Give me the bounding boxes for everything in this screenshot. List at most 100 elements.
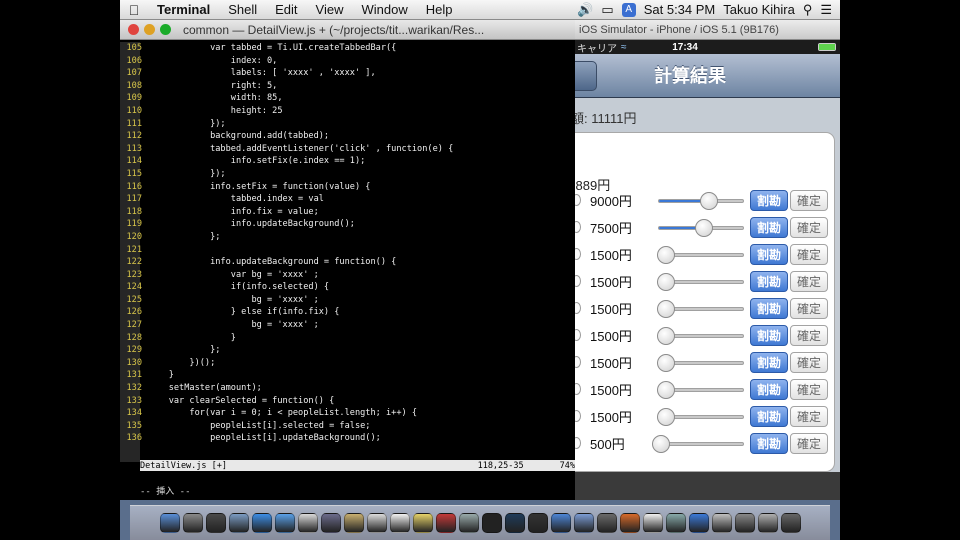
split-tab-button[interactable]: 割勘 [750,217,788,238]
select-indicator-icon[interactable] [575,275,581,287]
fix-tab-button[interactable]: 確定 [790,190,828,211]
spotlight-icon[interactable]: ⚲ [803,2,813,18]
fix-tab-button[interactable]: 確定 [790,271,828,292]
code-line[interactable]: 125 bg = 'xxxx' ; [120,294,575,307]
amount-slider[interactable] [658,219,744,237]
dock-app-icon[interactable] [642,513,663,533]
code-line[interactable]: 118 info.fix = value; [120,206,575,219]
notification-list-icon[interactable]: ☰ [820,2,832,18]
amount-slider[interactable] [656,354,744,372]
select-indicator-icon[interactable] [575,248,581,260]
slider-thumb[interactable] [656,354,675,372]
dock-app-icon[interactable] [274,513,295,533]
code-line[interactable]: 119 info.updateBackground(); [120,218,575,231]
dock-app-icon[interactable] [504,513,525,533]
split-tab-button[interactable]: 割勘 [750,298,788,319]
code-line[interactable]: 112 background.add(tabbed); [120,130,575,143]
amount-slider[interactable] [656,246,744,264]
code-line[interactable]: 105 var tabbed = Ti.UI.createTabbedBar({ [120,42,575,55]
dock-app-icon[interactable] [297,513,318,533]
code-line[interactable]: 111 }); [120,118,575,131]
code-line[interactable]: 114 info.setFix(e.index == 1); [120,155,575,168]
amount-slider[interactable] [656,300,744,318]
code-line[interactable]: 116 info.setFix = function(value) { [120,181,575,194]
split-tab-button[interactable]: 割勘 [750,325,788,346]
dock-app-icon[interactable] [435,513,456,533]
code-line[interactable]: 136 peopleList[i].updateBackground(); [120,432,575,445]
input-method-icon[interactable]: A [621,2,636,17]
clock[interactable]: Sat 5:34 PM [644,2,716,17]
select-indicator-icon[interactable] [575,329,581,341]
amount-slider[interactable] [656,327,744,345]
dock-app-icon[interactable] [182,513,203,533]
select-indicator-icon[interactable] [575,410,581,422]
menu-window[interactable]: Window [353,2,417,17]
slider-thumb[interactable] [656,381,675,399]
code-line[interactable]: 108 right: 5, [120,80,575,93]
dock-app-icon[interactable] [389,513,410,533]
slider-thumb[interactable] [694,219,713,237]
fix-tab-button[interactable]: 確定 [790,379,828,400]
fix-tab-button[interactable]: 確定 [790,406,828,427]
amount-slider[interactable] [656,381,744,399]
dock-app-icon[interactable] [550,513,571,533]
code-line[interactable]: 130 })(); [120,357,575,370]
select-indicator-icon[interactable] [575,221,581,233]
amount-slider[interactable] [656,408,744,426]
code-line[interactable]: 120 }; [120,231,575,244]
dock-app-icon[interactable] [251,513,272,533]
fix-tab-button[interactable]: 確定 [790,352,828,373]
code-line[interactable]: 117 tabbed.index = val [120,193,575,206]
fix-tab-button[interactable]: 確定 [790,244,828,265]
amount-slider[interactable] [658,192,744,210]
code-line[interactable]: 123 var bg = 'xxxx' ; [120,269,575,282]
apple-menu-icon[interactable]:  [120,2,148,18]
code-line[interactable]: 107 labels: [ 'xxxx' , 'xxxx' ], [120,67,575,80]
dock-app-icon[interactable] [366,513,387,533]
split-tab-button[interactable]: 割勘 [750,271,788,292]
display-icon[interactable]: ▭ [601,2,613,18]
code-editor[interactable]: 105 var tabbed = Ti.UI.createTabbedBar({… [120,42,575,462]
code-line[interactable]: 121 [120,244,575,257]
select-indicator-icon[interactable] [575,302,581,314]
split-tab-button[interactable]: 割勘 [750,244,788,265]
slider-thumb[interactable] [656,246,675,264]
slider-thumb[interactable] [656,327,675,345]
amount-slider[interactable] [651,435,744,453]
dock-app-icon[interactable] [619,513,640,533]
dock-app-icon[interactable] [665,513,686,533]
menu-help[interactable]: Help [417,2,462,17]
dock-app-icon[interactable] [458,513,479,533]
dock-app-icon[interactable] [780,513,801,533]
fix-tab-button[interactable]: 確定 [790,217,828,238]
split-tab-button[interactable]: 割勘 [750,190,788,211]
split-tab-button[interactable]: 割勘 [750,352,788,373]
code-line[interactable]: 113 tabbed.addEventListener('click' , fu… [120,143,575,156]
code-line[interactable]: 124 if(info.selected) { [120,281,575,294]
close-window-icon[interactable] [128,24,139,35]
split-tab-button[interactable]: 割勘 [750,379,788,400]
menu-shell[interactable]: Shell [219,2,266,17]
code-line[interactable]: 133 var clearSelected = function() { [120,395,575,408]
code-line[interactable]: 134 for(var i = 0; i < peopleList.length… [120,407,575,420]
slider-thumb[interactable] [656,300,675,318]
code-line[interactable]: 115 }); [120,168,575,181]
code-line[interactable]: 135 peopleList[i].selected = false; [120,420,575,433]
code-line[interactable]: 131 } [120,369,575,382]
user-name[interactable]: Takuo Kihira [723,2,795,17]
slider-thumb[interactable] [651,435,670,453]
select-indicator-icon[interactable] [575,356,581,368]
slider-thumb[interactable] [656,408,675,426]
dock-app-icon[interactable] [228,513,249,533]
select-indicator-icon[interactable] [575,194,581,206]
fix-tab-button[interactable]: 確定 [790,298,828,319]
select-indicator-icon[interactable] [575,383,581,395]
split-tab-button[interactable]: 割勘 [750,433,788,454]
dock-app-icon[interactable] [320,513,341,533]
select-indicator-icon[interactable] [575,437,581,449]
code-line[interactable]: 128 } [120,332,575,345]
code-line[interactable]: 110 height: 25 [120,105,575,118]
menu-edit[interactable]: Edit [266,2,306,17]
dock-app-icon[interactable] [343,513,364,533]
dock-app-icon[interactable] [688,513,709,533]
